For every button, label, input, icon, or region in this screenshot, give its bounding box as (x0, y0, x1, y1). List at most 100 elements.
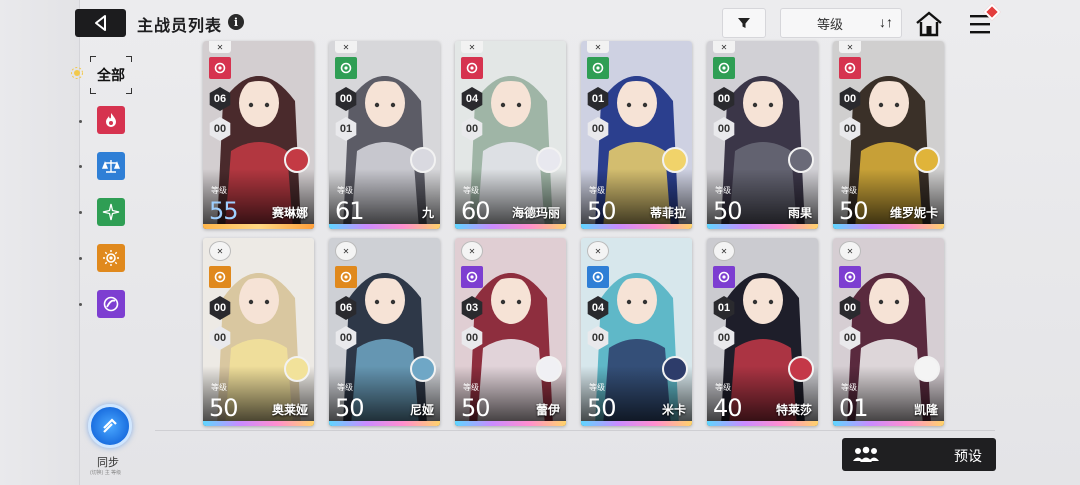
element-icon (839, 266, 861, 288)
level-label: 等级 (211, 186, 227, 195)
level-label: 等级 (337, 186, 353, 195)
home-icon[interactable] (914, 10, 944, 38)
level-label: 等级 (715, 186, 731, 195)
support-avatar (410, 147, 436, 173)
character-name: 雨果 (787, 206, 812, 220)
element-icon (335, 266, 357, 288)
filter-fire[interactable] (97, 106, 125, 134)
level-value: 55 (209, 197, 239, 225)
character-card[interactable]: ✕ 00 00 等级 50 雨果 (707, 41, 818, 229)
rarity-stripe (455, 224, 566, 229)
character-name: 蕾伊 (535, 403, 560, 417)
character-name: 海德玛丽 (511, 206, 560, 220)
level-label: 等级 (337, 383, 353, 392)
element-icon (209, 57, 231, 79)
class-icon: ✕ (461, 241, 483, 261)
back-arrow-icon (94, 15, 106, 31)
filter-button[interactable] (722, 8, 766, 38)
character-card[interactable]: ✕ 04 00 等级 60 海德玛丽 (455, 41, 566, 229)
level-label: 等级 (589, 383, 605, 392)
info-icon[interactable]: i (228, 14, 244, 30)
support-avatar (536, 147, 562, 173)
support-avatar (788, 356, 814, 382)
back-button[interactable] (75, 9, 126, 37)
sidebar-dot (79, 211, 82, 214)
element-icon (713, 57, 735, 79)
level-value: 50 (335, 394, 365, 422)
rarity-stripe (707, 224, 818, 229)
sun-element-icon (103, 250, 119, 266)
support-avatar (536, 356, 562, 382)
element-icon (461, 57, 483, 79)
filter-void[interactable] (97, 290, 125, 318)
support-avatar (284, 147, 310, 173)
rarity-stripe (833, 421, 944, 426)
element-icon (209, 266, 231, 288)
filter-sun[interactable] (97, 244, 125, 272)
filter-balance[interactable] (97, 152, 125, 180)
class-icon: ✕ (587, 41, 609, 53)
preset-button[interactable]: 预设 (842, 438, 996, 471)
support-avatar (662, 147, 688, 173)
page-title: 主战员列表 (137, 18, 223, 35)
level-value: 50 (587, 394, 617, 422)
support-avatar (914, 356, 940, 382)
sync-button[interactable] (88, 404, 132, 448)
class-icon: ✕ (209, 241, 231, 261)
character-name: 特莱莎 (775, 403, 812, 417)
character-name: 维罗妮卡 (889, 206, 938, 220)
sidebar-dot (79, 257, 82, 260)
character-card[interactable]: ✕ 00 00 等级 01 凯隆 (833, 238, 944, 426)
support-avatar (662, 356, 688, 382)
character-card[interactable]: ✕ 00 01 等级 61 九 (329, 41, 440, 229)
character-card[interactable]: ✕ 03 00 等级 50 蕾伊 (455, 238, 566, 426)
preset-label: 预设 (954, 448, 982, 464)
class-icon: ✕ (335, 241, 357, 261)
class-icon: ✕ (713, 241, 735, 261)
filter-wind[interactable] (97, 198, 125, 226)
sync-icon (103, 418, 117, 433)
sort-order-icon[interactable]: ↓↑ (879, 14, 893, 30)
class-icon: ✕ (713, 41, 735, 53)
fire-element-icon (106, 113, 116, 127)
class-icon: ✕ (839, 241, 861, 261)
level-label: 等级 (211, 383, 227, 392)
selected-sparkle-icon (71, 67, 83, 79)
rarity-stripe (581, 224, 692, 229)
filter-all[interactable]: 全部 (90, 56, 132, 94)
funnel-icon (738, 18, 750, 28)
element-icon (335, 57, 357, 79)
sync-sublabel: (切换) 主 等级 (90, 470, 122, 476)
level-label: 等级 (589, 186, 605, 195)
sync-label: 同步 (97, 457, 119, 469)
level-value: 50 (209, 394, 239, 422)
level-value: 60 (461, 197, 491, 225)
character-card[interactable]: ✕ 00 00 等级 50 维罗妮卡 (833, 41, 944, 229)
rarity-stripe (203, 224, 314, 229)
class-icon: ✕ (209, 41, 231, 53)
rarity-stripe (329, 421, 440, 426)
void-element-icon (103, 296, 119, 312)
class-icon: ✕ (461, 41, 483, 53)
left-strip (0, 0, 80, 485)
level-label: 等级 (841, 383, 857, 392)
character-name: 九 (421, 206, 434, 220)
character-card[interactable]: ✕ 01 00 等级 50 蒂菲拉 (581, 41, 692, 229)
character-card[interactable]: ✕ 00 00 等级 50 奥莱娅 (203, 238, 314, 426)
element-icon (461, 266, 483, 288)
level-value: 01 (839, 394, 869, 422)
support-avatar (410, 356, 436, 382)
character-card[interactable]: ✕ 06 00 等级 50 尼娅 (329, 238, 440, 426)
sidebar-dot (79, 120, 82, 123)
level-value: 61 (335, 197, 365, 225)
element-icon (713, 266, 735, 288)
character-card[interactable]: ✕ 01 00 等级 40 特莱莎 (707, 238, 818, 426)
level-label: 等级 (715, 383, 731, 392)
character-card[interactable]: ✕ 06 00 等级 55 赛琳娜 (203, 41, 314, 229)
divider (155, 430, 995, 431)
character-card[interactable]: ✕ 04 00 等级 50 米卡 (581, 238, 692, 426)
class-icon: ✕ (839, 41, 861, 53)
character-name: 凯隆 (913, 403, 938, 417)
rarity-stripe (329, 224, 440, 229)
sort-button[interactable]: 等级 ↓↑ (780, 8, 902, 38)
